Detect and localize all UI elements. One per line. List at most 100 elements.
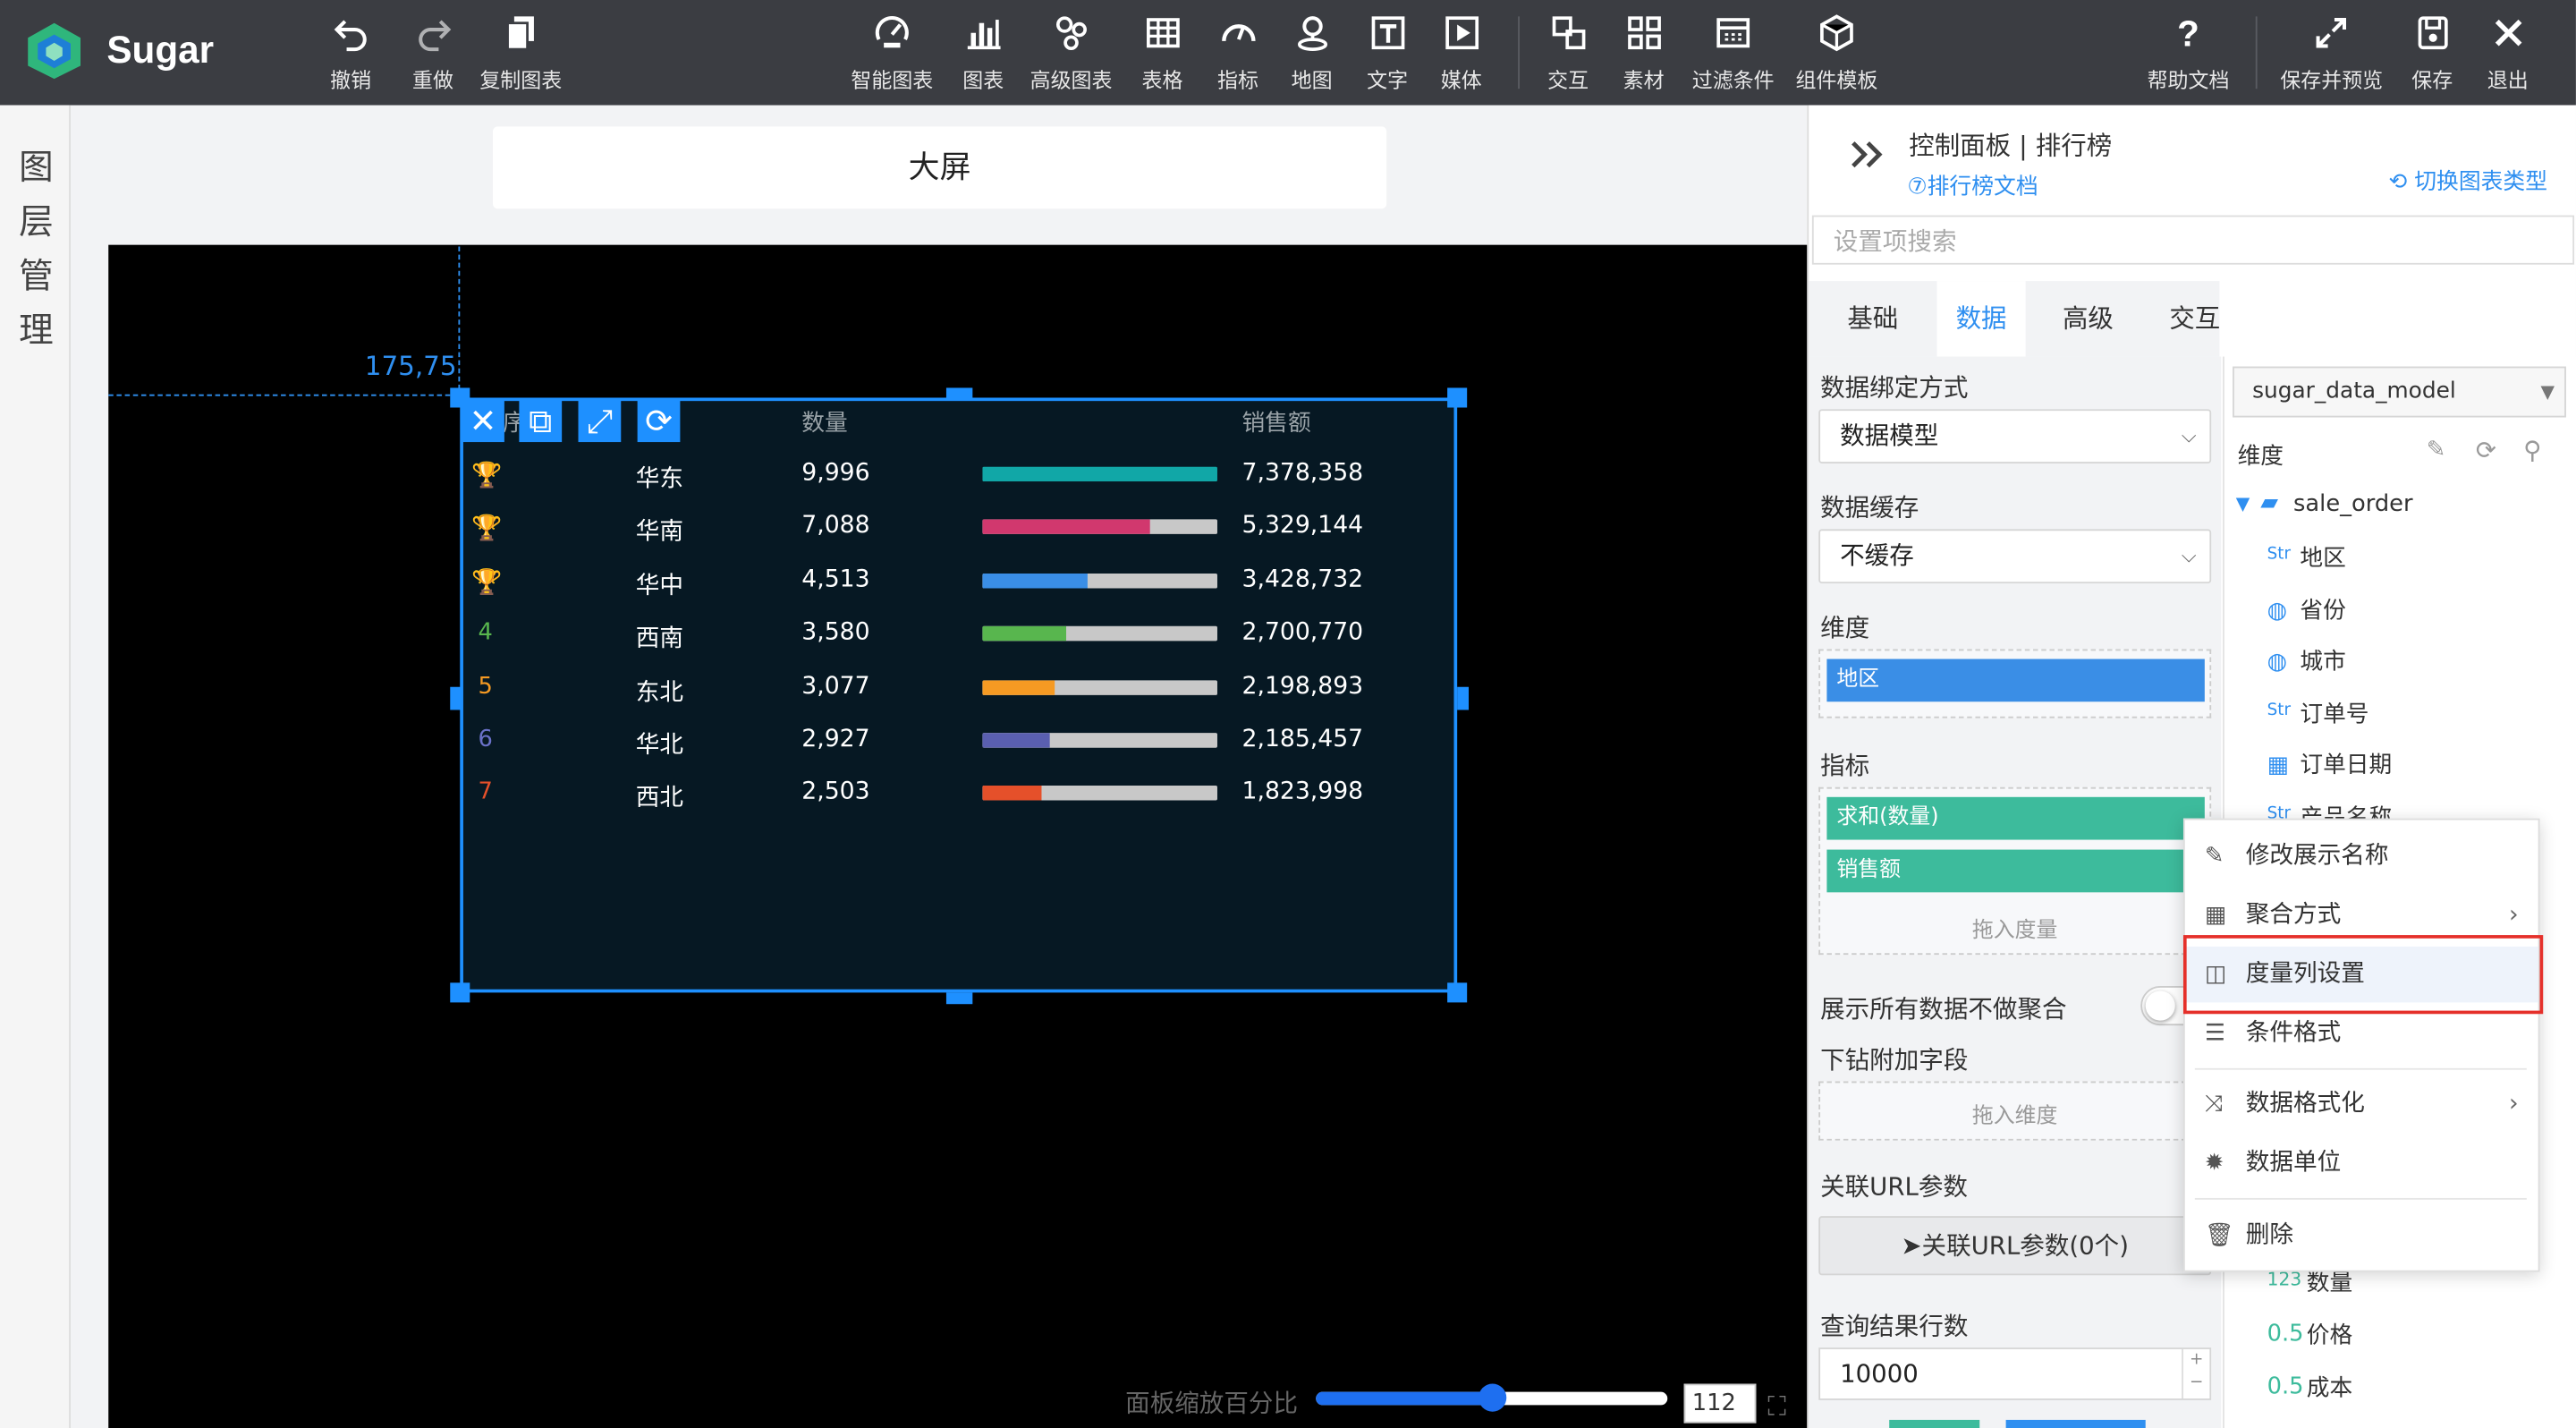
menu-item[interactable]: ✹ 数据单位 — [2185, 1135, 2538, 1191]
progress-bar-fill — [982, 626, 1067, 642]
search-icon[interactable]: ⚲ — [2523, 436, 2541, 465]
toolbar-advanced-chart[interactable]: 高级图表 — [1030, 13, 1112, 94]
model-field-item[interactable]: 省份 — [2300, 593, 2345, 626]
model-field-item[interactable]: 订单日期 — [2300, 748, 2392, 781]
menu-item[interactable]: 🗑 删除 — [2185, 1208, 2538, 1263]
model-field-item[interactable]: 城市 — [2300, 644, 2345, 677]
toolbar-filter[interactable]: 过滤条件 — [1692, 13, 1775, 94]
region-cell: 西北 — [635, 786, 684, 813]
tab-data[interactable]: 数据 — [1936, 281, 2026, 357]
toolbar-label: 组件模板 — [1795, 67, 1878, 92]
toolbar-component-template[interactable]: 组件模板 — [1795, 13, 1878, 94]
exit-button[interactable]: 退出 — [2487, 13, 2529, 94]
chevron-down-icon[interactable]: ▼ — [2236, 493, 2250, 514]
action-button[interactable] — [1889, 1419, 1980, 1428]
action-button[interactable] — [2005, 1419, 2146, 1428]
material-icon — [1627, 16, 1660, 50]
fullscreen-icon[interactable]: ⛶ — [1767, 1390, 1793, 1422]
list-format-icon: ☰ — [2204, 1020, 2225, 1047]
rows-label: 查询结果行数 — [1820, 1311, 1969, 1341]
url-params-label: 关联URL参数 — [1820, 1171, 1968, 1202]
tab-interaction[interactable]: 交互 — [2144, 281, 2246, 356]
copy-chart-button[interactable]: 复制图表 — [479, 13, 562, 94]
media-icon — [1445, 16, 1479, 50]
filter-icon — [1716, 18, 1750, 48]
menu-item[interactable]: ☰ 条件格式 — [2185, 1006, 2538, 1061]
url-params-button[interactable]: ➤关联URL参数(0个) — [1818, 1216, 2212, 1276]
toolbar-chart[interactable]: 图表 — [962, 13, 1004, 94]
resize-handle[interactable] — [450, 982, 470, 1003]
menu-divider — [2194, 1067, 2527, 1070]
zoom-slider-knob[interactable] — [1479, 1383, 1507, 1412]
ranking-docs-link[interactable]: ⑦排行榜文档 — [1907, 167, 2038, 200]
model-table-name[interactable]: sale_order — [2293, 491, 2413, 517]
save-preview-button[interactable]: 保存并预览 — [2280, 13, 2383, 94]
resize-handle[interactable] — [450, 686, 462, 710]
chevron-down-icon: ⌵ — [2181, 423, 2197, 447]
help-docs-button[interactable]: ? 帮助文档 — [2148, 13, 2230, 94]
model-measure-item[interactable]: 价格 — [2307, 1318, 2352, 1351]
refresh-widget-button[interactable]: ⟳ — [637, 399, 681, 443]
toolbar-divider — [1518, 16, 1520, 89]
toolbar-label: 文字 — [1367, 67, 1409, 92]
resize-handle[interactable] — [1457, 686, 1470, 710]
model-field-item[interactable]: 地区 — [2300, 540, 2345, 574]
layer-management-tab[interactable]: 图 层 管 理 — [16, 141, 55, 358]
layer-label-char: 理 — [19, 310, 54, 351]
redo-button[interactable]: 重做 — [412, 13, 453, 94]
tab-basic[interactable]: 基础 — [1820, 281, 1926, 356]
binding-select[interactable]: 数据模型 ⌵ — [1818, 409, 2212, 463]
zoom-slider-fill — [1316, 1391, 1492, 1406]
toolbar-text[interactable]: 文字 — [1367, 13, 1408, 94]
silver-trophy-icon: 🏆 — [471, 513, 503, 543]
toolbar-label: 交互 — [1547, 67, 1589, 92]
toolbar-smart-chart[interactable]: 智能图表 — [851, 13, 933, 94]
layer-label-char: 图 — [19, 148, 54, 188]
progress-bar-fill — [982, 466, 1217, 482]
measure-pill-qty[interactable]: 求和(数量) — [1826, 796, 2205, 840]
toolbar-map[interactable]: 地图 — [1292, 13, 1333, 94]
toolbar-label: 指标 — [1216, 67, 1258, 92]
rows-input[interactable]: 10000 — [1818, 1347, 2212, 1400]
resize-handle[interactable] — [1447, 982, 1468, 1003]
menu-item[interactable]: ⤨ 数据格式化 › — [2185, 1076, 2538, 1132]
progress-bar-fill — [982, 520, 1149, 535]
save-button[interactable]: 保存 — [2411, 13, 2453, 94]
resize-handle[interactable] — [945, 387, 973, 400]
zoom-value-input[interactable]: 112 — [1683, 1383, 1757, 1424]
send-icon: ➤ — [1901, 1230, 1922, 1261]
dimension-pill[interactable]: 地区 — [1826, 659, 2205, 702]
fullscreen-widget-button[interactable]: ⤢ — [578, 399, 622, 443]
delete-widget-button[interactable]: ✕ — [462, 399, 504, 443]
toolbar-media[interactable]: 媒体 — [1441, 13, 1482, 94]
toolbar-indicator[interactable]: 指标 — [1217, 13, 1258, 94]
switch-chart-type-link[interactable]: ⟲ 切换图表类型 — [2389, 163, 2547, 195]
undo-button[interactable]: 撤销 — [330, 13, 371, 94]
model-field-item[interactable]: 订单号 — [2300, 697, 2368, 730]
redo-icon — [418, 20, 451, 52]
menu-item-label: 条件格式 — [2245, 1020, 2342, 1047]
menu-item[interactable]: ✎ 修改展示名称 — [2185, 829, 2538, 884]
toolbar-material[interactable]: 素材 — [1623, 13, 1665, 94]
pencil-icon[interactable]: ✎ — [2427, 438, 2446, 463]
rows-stepper[interactable]: + − — [2182, 1348, 2209, 1399]
cache-select[interactable]: 不缓存 ⌵ — [1818, 529, 2212, 584]
settings-search-input[interactable]: 设置项搜索 — [1811, 215, 2575, 265]
collapse-panel-icon[interactable] — [1848, 138, 1887, 171]
toolbar-interaction[interactable]: 交互 — [1547, 13, 1589, 94]
toolbar-label: 帮助文档 — [2147, 67, 2230, 92]
model-measure-item[interactable]: 成本 — [2307, 1371, 2352, 1404]
measure-pill-sales[interactable]: 销售额 — [1826, 849, 2205, 893]
qty-cell: 2,927 — [801, 726, 870, 753]
toolbar-table[interactable]: 表格 — [1142, 13, 1182, 94]
duplicate-widget-button[interactable]: ⧉ — [519, 399, 563, 443]
refresh-icon[interactable]: ⟳ — [2476, 436, 2496, 465]
menu-item-label: 删除 — [2245, 1222, 2294, 1249]
resize-handle[interactable] — [945, 992, 973, 1005]
resize-handle[interactable] — [1447, 387, 1468, 408]
decimal-type-icon: 0.5 — [2267, 1373, 2304, 1400]
tab-advanced[interactable]: 高级 — [2038, 281, 2140, 356]
screen-name-field[interactable]: 大屏 — [493, 126, 1387, 209]
region-cell: 华中 — [635, 573, 684, 600]
data-model-select[interactable]: sugar_data_model ▼ — [2233, 366, 2566, 418]
